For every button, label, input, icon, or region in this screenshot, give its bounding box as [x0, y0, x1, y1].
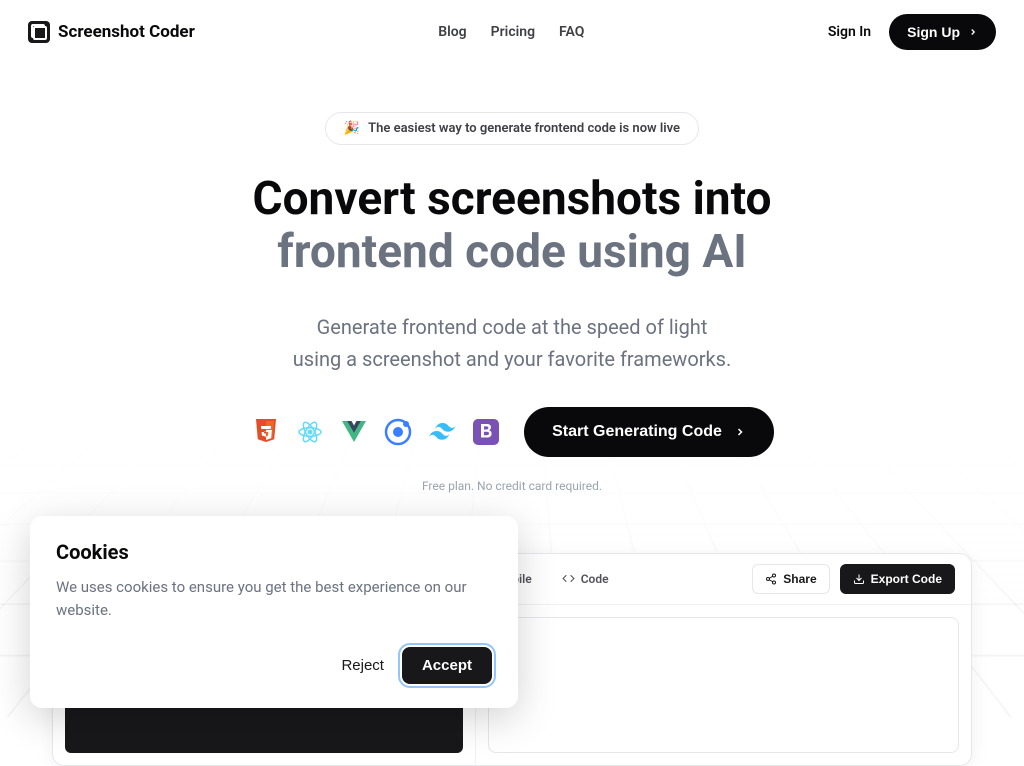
hero-title-line1: Convert screenshots into	[0, 173, 1024, 226]
html5-icon	[250, 416, 282, 448]
code-icon	[562, 572, 575, 585]
share-button[interactable]: Share	[752, 564, 829, 594]
export-label: Export Code	[871, 572, 942, 586]
hero-description: Generate frontend code at the speed of l…	[0, 311, 1024, 375]
tech-icons	[250, 416, 502, 448]
cookie-banner: Cookies We uses cookies to ensure you ge…	[30, 516, 518, 708]
chevron-right-icon	[734, 426, 746, 438]
cta-label: Start Generating Code	[552, 423, 722, 441]
chevron-right-icon	[968, 27, 978, 37]
export-code-button[interactable]: Export Code	[840, 564, 955, 594]
tailwind-icon	[426, 416, 458, 448]
share-icon	[765, 573, 777, 585]
accept-button[interactable]: Accept	[402, 647, 492, 684]
cookie-text: We uses cookies to ensure you get the be…	[56, 576, 492, 621]
signup-label: Sign Up	[907, 24, 960, 40]
header-actions: Sign In Sign Up	[828, 14, 996, 50]
tab-code-label: Code	[581, 572, 609, 586]
nav-link-blog[interactable]: Blog	[438, 24, 466, 40]
nav-link-pricing[interactable]: Pricing	[491, 24, 535, 40]
brand-name: Screenshot Coder	[58, 22, 195, 42]
vue-icon	[338, 416, 370, 448]
brand[interactable]: Screenshot Coder	[28, 21, 195, 43]
hero-title: Convert screenshots into frontend code u…	[0, 173, 1024, 279]
party-popper-icon: 🎉	[344, 121, 360, 136]
hero-desc-line2: using a screenshot and your favorite fra…	[0, 343, 1024, 375]
download-icon	[853, 573, 865, 585]
start-generating-button[interactable]: Start Generating Code	[524, 407, 774, 457]
reject-button[interactable]: Reject	[341, 657, 384, 674]
tab-code[interactable]: Code	[549, 565, 622, 593]
cta-row: Start Generating Code	[0, 407, 1024, 457]
signup-button[interactable]: Sign Up	[889, 14, 996, 50]
nav-links: Blog Pricing FAQ	[438, 24, 584, 40]
share-label: Share	[783, 572, 816, 586]
react-icon	[294, 416, 326, 448]
nav-link-faq[interactable]: FAQ	[559, 24, 584, 40]
fine-print: Free plan. No credit card required.	[0, 479, 1024, 493]
cookie-title: Cookies	[56, 540, 492, 564]
bootstrap-icon	[470, 416, 502, 448]
hero-title-line2: frontend code using AI	[0, 226, 1024, 279]
brand-logo-icon	[28, 21, 50, 43]
header: Screenshot Coder Blog Pricing FAQ Sign I…	[0, 0, 1024, 64]
hero-desc-line1: Generate frontend code at the speed of l…	[0, 311, 1024, 343]
signin-link[interactable]: Sign In	[828, 24, 871, 40]
announcement-text: The easiest way to generate frontend cod…	[368, 121, 680, 136]
cookie-actions: Reject Accept	[56, 647, 492, 684]
ionic-icon	[382, 416, 414, 448]
announcement-pill[interactable]: 🎉 The easiest way to generate frontend c…	[325, 112, 699, 145]
toolbar-actions: Share Export Code	[752, 564, 955, 594]
preview-panel	[475, 605, 971, 765]
preview-canvas	[488, 617, 959, 753]
